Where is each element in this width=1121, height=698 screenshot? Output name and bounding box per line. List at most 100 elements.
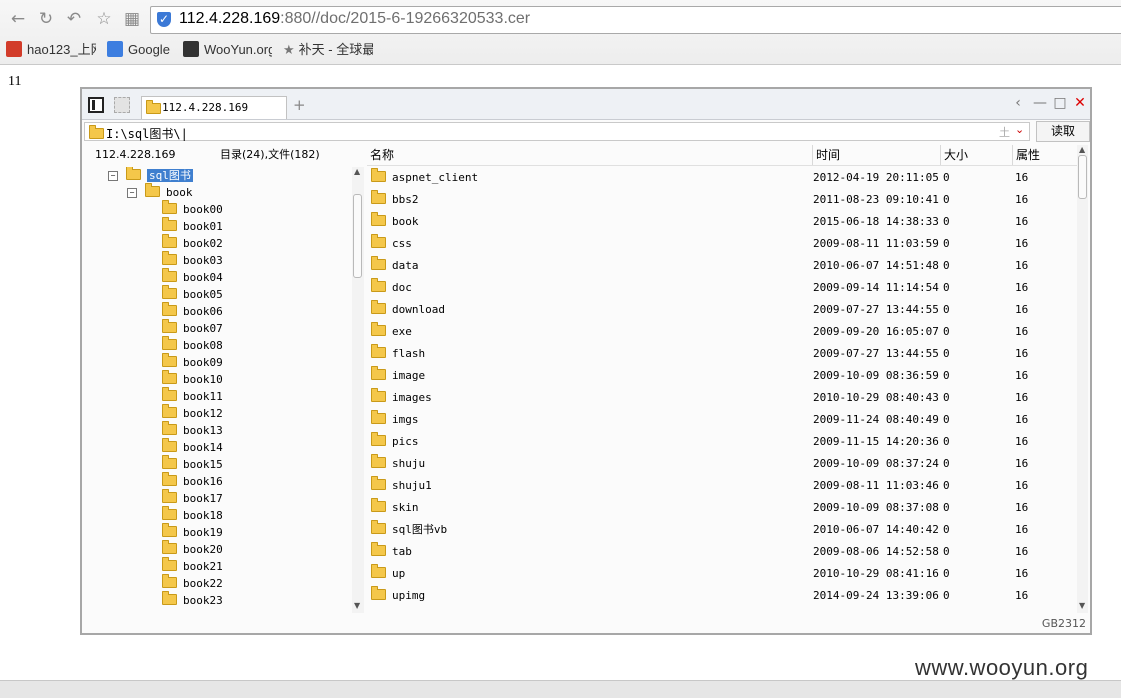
folder-icon [162, 302, 177, 316]
star-icon: ★ [283, 42, 295, 57]
address-bar[interactable]: ✓ 112.4.228.169:880//doc/2015-6-19266320… [150, 6, 1121, 34]
tree-node-item[interactable]: book03 [162, 251, 223, 269]
tree-node-label: book09 [183, 356, 223, 369]
file-row[interactable]: shuju1 2009-08-11 11:03:46 0 16 [367, 475, 1077, 497]
file-time: 2014-09-24 13:39:06 [813, 589, 939, 602]
file-row[interactable]: css 2009-08-11 11:03:59 0 16 [367, 233, 1077, 255]
file-row[interactable]: pics 2009-11-15 14:20:36 0 16 [367, 431, 1077, 453]
tree-node-item[interactable]: book23 [162, 591, 223, 609]
file-attr: 16 [1015, 171, 1029, 184]
file-row[interactable]: bbs2 2011-08-23 09:10:41 0 16 [367, 189, 1077, 211]
file-name: imgs [371, 409, 419, 431]
file-row[interactable]: download 2009-07-27 13:44:55 0 16 [367, 299, 1077, 321]
file-row[interactable]: up 2010-10-29 08:41:16 0 16 [367, 563, 1077, 585]
tree-node-item[interactable]: book12 [162, 404, 223, 422]
close-icon[interactable]: ✕ [1072, 95, 1088, 111]
tree-node-item[interactable]: book22 [162, 574, 223, 592]
collapse-icon[interactable]: − [108, 171, 118, 181]
collapse-icon[interactable]: − [127, 188, 137, 198]
scroll-up-icon[interactable]: ▲ [1079, 145, 1085, 154]
file-size: 0 [943, 457, 950, 470]
refresh-icon[interactable]: ↻ [36, 8, 56, 30]
file-row[interactable]: images 2010-10-29 08:40:43 0 16 [367, 387, 1077, 409]
scroll-down-icon[interactable]: ▼ [354, 601, 360, 610]
grid-apps-icon[interactable]: ▦ [122, 8, 142, 30]
file-name: sql图书vb [371, 519, 447, 541]
tree-node-item[interactable]: book17 [162, 489, 223, 507]
tree-node-item[interactable]: book04 [162, 268, 223, 286]
file-row[interactable]: skin 2009-10-09 08:37:08 0 16 [367, 497, 1077, 519]
file-row[interactable]: shuju 2009-10-09 08:37:24 0 16 [367, 453, 1077, 475]
back-chevron-icon[interactable]: ‹ [1010, 95, 1026, 111]
column-attr[interactable]: 属性 [1013, 145, 1077, 165]
tree-node-item[interactable]: book08 [162, 336, 223, 354]
tree-node-item[interactable]: book11 [162, 387, 223, 405]
scroll-up-icon[interactable]: ▲ [354, 167, 360, 176]
tree-node-item[interactable]: book00 [162, 200, 223, 218]
file-scrollbar[interactable]: ▲ ▼ [1077, 145, 1088, 613]
tree-node-label: book02 [183, 237, 223, 250]
bookmark-butian[interactable]: ★ 补天 - 全球最 [283, 40, 373, 60]
bookmark-wooyun[interactable]: WooYun.org [183, 40, 272, 60]
tree-node-item[interactable]: book20 [162, 540, 223, 558]
tree-node-item[interactable]: book18 [162, 506, 223, 524]
tree-node-book[interactable]: − book [127, 183, 193, 201]
tree-node-item[interactable]: book06 [162, 302, 223, 320]
encoding-label[interactable]: GB2312 [1042, 617, 1086, 630]
folder-icon [162, 438, 177, 452]
tree-scrollbar[interactable]: ▲ ▼ [352, 167, 364, 613]
chevron-down-icon[interactable]: ⌄ [1015, 123, 1024, 136]
tab-host[interactable]: 112.4.228.169 [141, 96, 287, 119]
file-row[interactable]: flash 2009-07-27 13:44:55 0 16 [367, 343, 1077, 365]
tree-node-item[interactable]: book09 [162, 353, 223, 371]
tree-node-item[interactable]: book15 [162, 455, 223, 473]
tree-node-item[interactable]: book13 [162, 421, 223, 439]
tree-node-item[interactable]: book01 [162, 217, 223, 235]
tree-node-item[interactable]: book19 [162, 523, 223, 541]
column-time[interactable]: 时间 [813, 145, 941, 165]
column-name[interactable]: 名称 [367, 145, 813, 165]
sidebar-toggle-icon[interactable] [88, 97, 104, 113]
file-name: data [371, 255, 419, 277]
file-time: 2009-08-11 11:03:59 [813, 237, 939, 250]
tree-node-item[interactable]: book14 [162, 438, 223, 456]
file-row[interactable]: tab 2009-08-06 14:52:58 0 16 [367, 541, 1077, 563]
scroll-down-icon[interactable]: ▼ [1079, 601, 1085, 610]
maximize-icon[interactable]: □ [1052, 95, 1068, 111]
new-tab-button[interactable]: + [293, 96, 306, 114]
file-size: 0 [943, 501, 950, 514]
tree-node-item[interactable]: book21 [162, 557, 223, 575]
file-row[interactable]: upimg 2014-09-24 13:39:06 0 16 [367, 585, 1077, 607]
file-row[interactable]: doc 2009-09-14 11:14:54 0 16 [367, 277, 1077, 299]
file-row[interactable]: aspnet_client 2012-04-19 20:11:05 0 16 [367, 167, 1077, 189]
file-row[interactable]: sql图书vb 2010-06-07 14:40:42 0 16 [367, 519, 1077, 541]
file-row[interactable]: exe 2009-09-20 16:05:07 0 16 [367, 321, 1077, 343]
file-row[interactable]: image 2009-10-09 08:36:59 0 16 [367, 365, 1077, 387]
column-size[interactable]: 大小 [941, 145, 1013, 165]
scroll-thumb[interactable] [353, 194, 362, 278]
file-time: 2009-08-06 14:52:58 [813, 545, 939, 558]
file-row[interactable]: imgs 2009-11-24 08:40:49 0 16 [367, 409, 1077, 431]
blank-tab-icon[interactable] [114, 97, 130, 113]
tree-node-item[interactable]: book07 [162, 319, 223, 337]
tree-node-label: book17 [183, 492, 223, 505]
scroll-thumb[interactable] [1078, 155, 1087, 199]
tree-node-root[interactable]: − sql图书 [108, 167, 193, 184]
file-time: 2009-10-09 08:37:24 [813, 457, 939, 470]
read-button[interactable]: 读取 [1036, 121, 1090, 142]
file-size: 0 [943, 589, 950, 602]
bookmark-google[interactable]: Google [107, 40, 177, 60]
path-input[interactable]: I:\sql图书\| 土 ⌄ [84, 122, 1030, 141]
tree-node-item[interactable]: book10 [162, 370, 223, 388]
undo-icon[interactable]: ↶ [64, 8, 84, 30]
back-arrow-icon[interactable]: ← [8, 8, 28, 30]
file-row[interactable]: data 2010-06-07 14:51:48 0 16 [367, 255, 1077, 277]
file-name-label: tab [392, 545, 412, 558]
bookmark-hao123[interactable]: hao123_上网 [6, 40, 96, 60]
tree-node-item[interactable]: book02 [162, 234, 223, 252]
minimize-icon[interactable]: — [1032, 95, 1048, 111]
tree-node-item[interactable]: book16 [162, 472, 223, 490]
favorite-star-icon[interactable]: ☆ [94, 8, 114, 30]
file-row[interactable]: book 2015-06-18 14:38:33 0 16 [367, 211, 1077, 233]
tree-node-item[interactable]: book05 [162, 285, 223, 303]
